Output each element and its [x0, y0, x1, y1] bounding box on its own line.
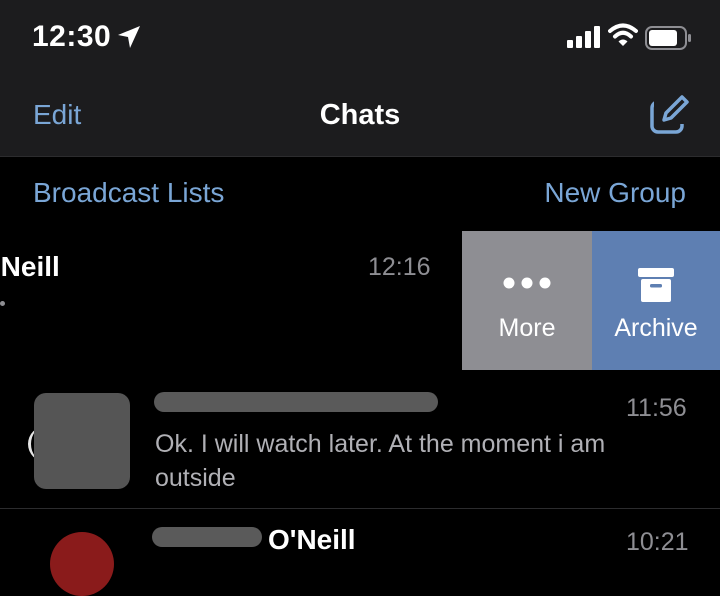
redacted-chat-name	[154, 392, 438, 412]
chat-name: O'Neill	[268, 524, 356, 555]
links-bar: Broadcast Lists New Group	[0, 157, 720, 232]
location-arrow-icon	[118, 26, 140, 48]
ellipsis-icon	[503, 277, 551, 289]
status-bar: 12:30	[0, 0, 720, 78]
chat-time: 12:16	[368, 253, 431, 281]
redacted-chat-name	[152, 527, 262, 547]
nav-bar: Edit Chats	[0, 78, 720, 157]
archive-action-button[interactable]: Archive	[592, 231, 720, 370]
more-action-button[interactable]: More	[462, 231, 592, 370]
avatar	[34, 393, 130, 489]
more-label: More	[498, 314, 556, 342]
archive-box-icon	[638, 268, 674, 302]
chat-time: 10:21	[626, 528, 689, 556]
battery-icon	[645, 26, 691, 50]
broadcast-lists-link[interactable]: Broadcast Lists	[33, 177, 224, 209]
chat-name: 'Neill	[0, 251, 60, 282]
avatar	[50, 532, 114, 596]
preview-fragment	[0, 301, 5, 306]
chat-preview: Ok. I will watch later. At the moment i …	[155, 430, 606, 492]
chat-row[interactable]: O'Neill 10:21	[0, 510, 720, 596]
compose-icon[interactable]	[646, 92, 692, 138]
chat-row[interactable]: 11:56 Ok. I will watch later. At the mom…	[0, 372, 720, 509]
page-title: Chats	[319, 99, 401, 131]
archive-label: Archive	[614, 314, 698, 342]
signal-bars-icon	[567, 26, 600, 48]
new-group-link[interactable]: New Group	[544, 177, 686, 209]
chat-time: 11:56	[626, 394, 687, 422]
status-time: 12:30	[32, 20, 112, 53]
wifi-icon	[608, 23, 638, 46]
chat-row-swiped[interactable]: 'Neill 12:16 More Archive	[0, 231, 720, 370]
